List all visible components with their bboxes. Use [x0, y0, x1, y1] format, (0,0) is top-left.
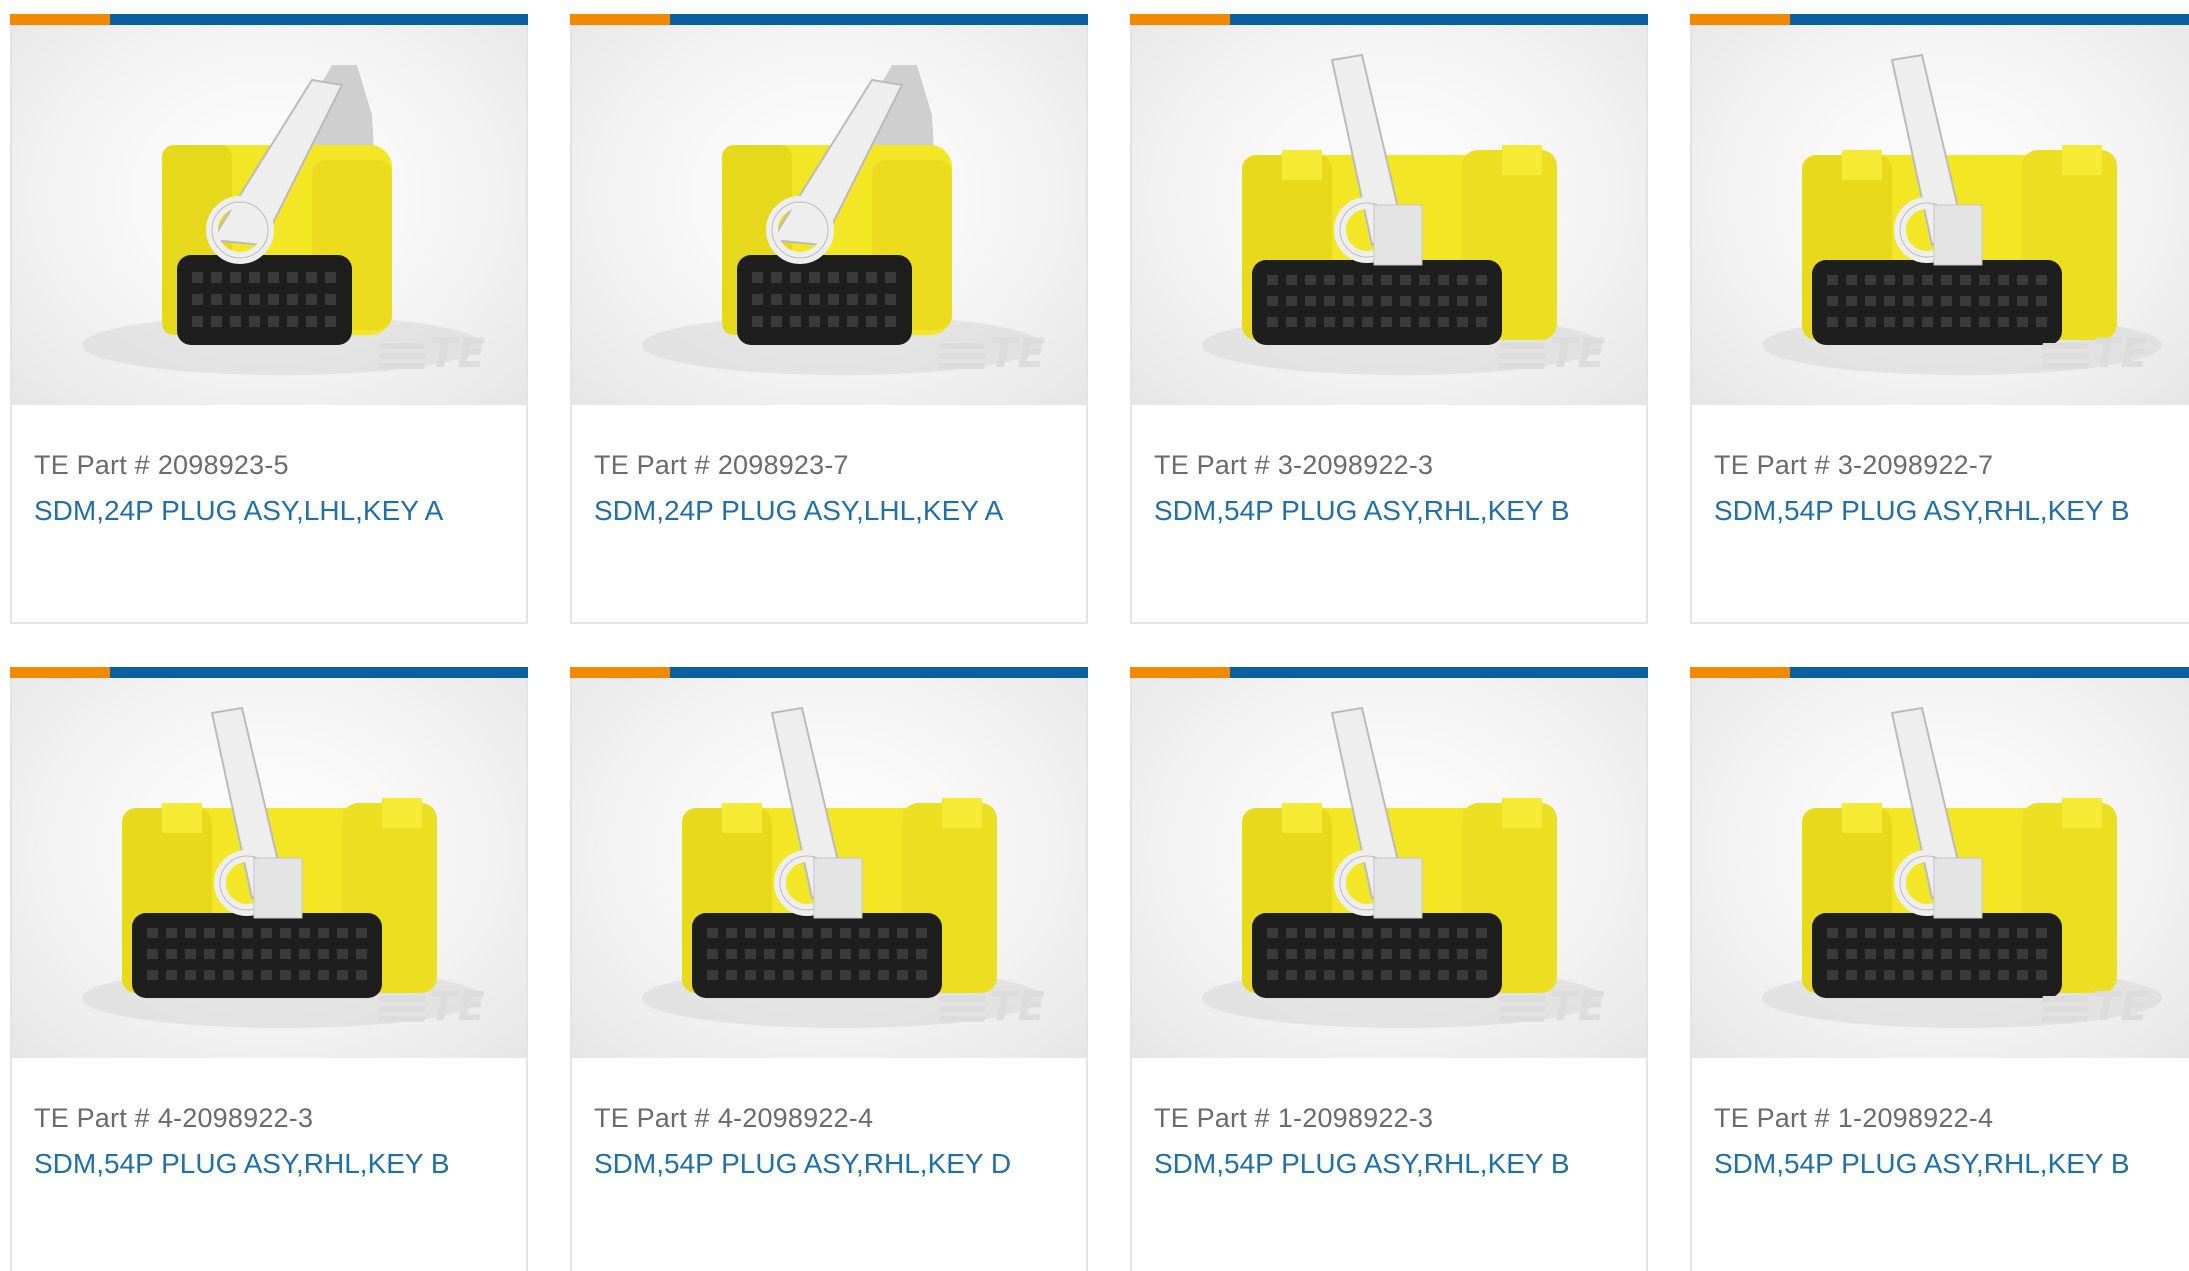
part-number: TE Part #1-2098922-4 — [1714, 1103, 1994, 1133]
product-card[interactable]: TE TE Part #1-2098922-4 SDM,54P PLUG ASY… — [1690, 667, 2189, 1271]
product-image[interactable]: TE — [1692, 25, 2189, 405]
card-accent-bar — [10, 14, 528, 25]
product-description-link[interactable]: SDM,54P PLUG ASY,RHL,KEY B — [1714, 495, 2175, 527]
product-description-link[interactable]: SDM,54P PLUG ASY,RHL,KEY B — [34, 1148, 512, 1180]
te-watermark-logo: TE — [378, 331, 486, 377]
card-accent-bar — [1690, 667, 2189, 678]
te-watermark-logo: TE — [1498, 331, 1606, 377]
product-image[interactable]: TE — [572, 678, 1086, 1058]
te-watermark-logo: TE — [378, 984, 486, 1030]
te-watermark-logo: TE — [2041, 331, 2149, 377]
product-image[interactable]: TE — [1692, 678, 2189, 1058]
product-card[interactable]: TE TE Part #2098923-7 SDM,24P PLUG ASY,L… — [570, 14, 1088, 624]
product-description-link[interactable]: SDM,24P PLUG ASY,LHL,KEY A — [594, 495, 1072, 527]
te-watermark-logo: TE — [938, 331, 1046, 377]
part-number: TE Part #3-2098922-3 — [1154, 450, 1434, 480]
card-accent-bar — [1130, 667, 1648, 678]
card-accent-bar — [1130, 14, 1648, 25]
product-card[interactable]: TE TE Part #3-2098922-7 SDM,54P PLUG ASY… — [1690, 14, 2189, 624]
product-image[interactable]: TE — [1132, 25, 1646, 405]
part-number: TE Part #4-2098922-4 — [594, 1103, 874, 1133]
part-number: TE Part #2098923-5 — [34, 450, 289, 480]
product-description-link[interactable]: SDM,54P PLUG ASY,RHL,KEY B — [1714, 1148, 2175, 1180]
product-image[interactable]: TE — [12, 25, 526, 405]
product-card[interactable]: TE TE Part #4-2098922-3 SDM,54P PLUG ASY… — [10, 667, 528, 1271]
product-description-link[interactable]: SDM,54P PLUG ASY,RHL,KEY B — [1154, 495, 1632, 527]
part-number: TE Part #1-2098922-3 — [1154, 1103, 1434, 1133]
product-card[interactable]: TE TE Part #4-2098922-4 SDM,54P PLUG ASY… — [570, 667, 1088, 1271]
product-grid: TE TE Part #2098923-5 SDM,24P PLUG ASY,L… — [0, 0, 2189, 1271]
product-image[interactable]: TE — [1132, 678, 1646, 1058]
product-description-link[interactable]: SDM,54P PLUG ASY,RHL,KEY B — [1154, 1148, 1632, 1180]
product-image[interactable]: TE — [12, 678, 526, 1058]
product-card[interactable]: TE TE Part #2098923-5 SDM,24P PLUG ASY,L… — [10, 14, 528, 624]
card-accent-bar — [1690, 14, 2189, 25]
product-card[interactable]: TE TE Part #1-2098922-3 SDM,54P PLUG ASY… — [1130, 667, 1648, 1271]
te-watermark-logo: TE — [2041, 984, 2149, 1030]
product-description-link[interactable]: SDM,54P PLUG ASY,RHL,KEY D — [594, 1148, 1072, 1180]
card-accent-bar — [10, 667, 528, 678]
card-accent-bar — [570, 14, 1088, 25]
part-number: TE Part #3-2098922-7 — [1714, 450, 1994, 480]
card-accent-bar — [570, 667, 1088, 678]
part-number: TE Part #2098923-7 — [594, 450, 849, 480]
te-watermark-logo: TE — [938, 984, 1046, 1030]
product-card[interactable]: TE TE Part #3-2098922-3 SDM,54P PLUG ASY… — [1130, 14, 1648, 624]
product-image[interactable]: TE — [572, 25, 1086, 405]
part-number: TE Part #4-2098922-3 — [34, 1103, 314, 1133]
product-description-link[interactable]: SDM,24P PLUG ASY,LHL,KEY A — [34, 495, 512, 527]
te-watermark-logo: TE — [1498, 984, 1606, 1030]
